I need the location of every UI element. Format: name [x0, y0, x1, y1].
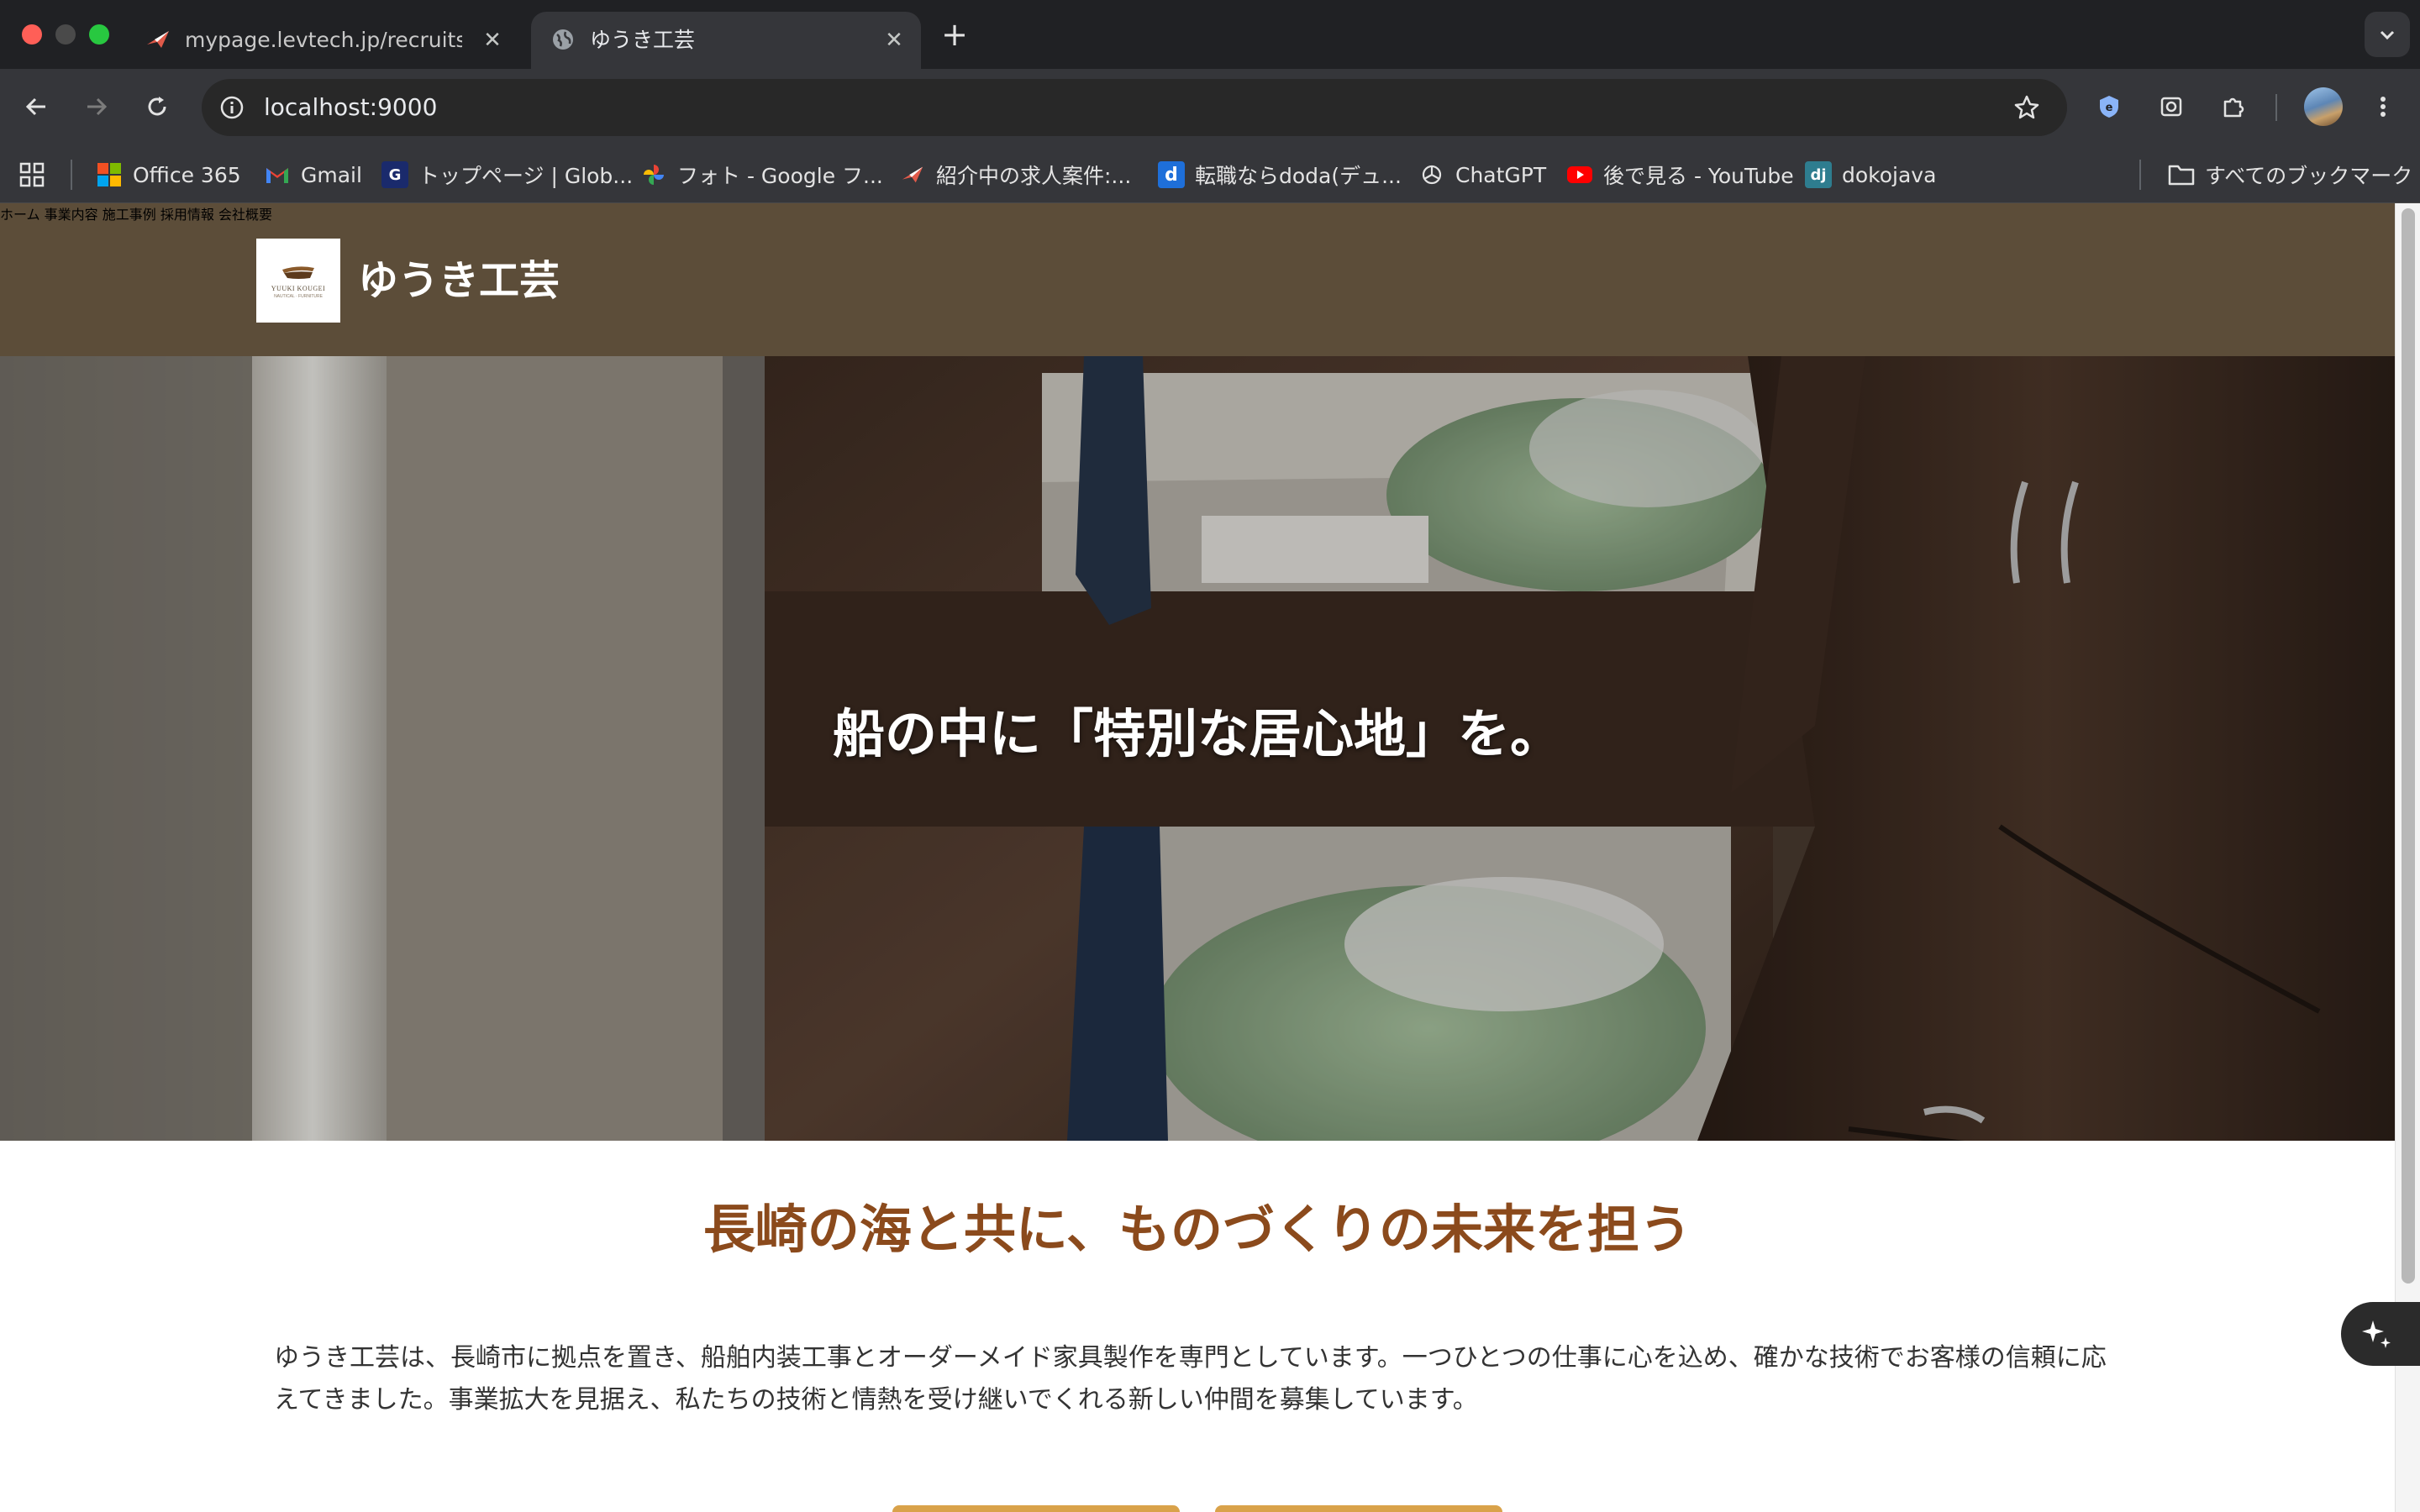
site-header: YUUKI KOUGEI NAUTICAL · FURNITURE ゆうき工芸 … — [0, 203, 2395, 356]
sparkle-icon — [2362, 1320, 2391, 1348]
tab-title: ゆうき工芸 — [590, 28, 696, 52]
bookmarks-bar: Office 365 Gmail G トップページ | Glob... フォト … — [0, 146, 2420, 203]
close-icon[interactable]: ✕ — [477, 25, 508, 55]
bookmark-gmail[interactable]: Gmail — [264, 158, 362, 192]
svg-text:e: e — [2106, 102, 2113, 114]
bookmark-label: Office 365 — [133, 162, 241, 187]
arrow-right-icon — [87, 97, 108, 116]
bookmarks-divider — [71, 160, 72, 190]
apps-grid-icon[interactable] — [18, 158, 45, 192]
tab-title: mypage.levtech.jp/recruits/sc — [185, 28, 462, 52]
bookmark-label: トップページ | Glob... — [418, 164, 634, 188]
section-title: 長崎の海と共に、ものづくりの未来を担う — [702, 1199, 1692, 1260]
tab-strip: mypage.levtech.jp/recruits/sc ✕ ゆうき工芸 ✕ … — [0, 0, 2420, 69]
forward-button[interactable] — [77, 87, 116, 126]
main-nav: ホーム 事業内容 施工事例 採用情報 会社概要 — [0, 203, 2395, 223]
bookmark-label: すべてのブックマーク — [2205, 164, 2413, 188]
bookmark-globis[interactable]: G トップページ | Glob... — [381, 158, 633, 192]
logo-tagline: NAUTICAL · FURNITURE — [274, 293, 323, 299]
more-menu-icon[interactable] — [2365, 88, 2402, 125]
address-bar[interactable]: localhost:9000 — [202, 79, 2067, 136]
site-title[interactable]: ゆうき工芸 — [358, 254, 560, 307]
extensions-puzzle-icon[interactable] — [2215, 88, 2252, 125]
levtech-icon — [899, 161, 926, 188]
chevron-down-icon — [2380, 30, 2395, 40]
folder-icon — [2168, 161, 2195, 188]
cta-button-1[interactable] — [892, 1505, 1180, 1512]
bookmark-label: フォト - Google フ... — [677, 164, 883, 188]
url-text[interactable]: localhost:9000 — [264, 91, 437, 124]
bookmark-levtech[interactable]: 紹介中の求人案件:... — [899, 158, 1131, 192]
levtech-icon — [143, 24, 173, 55]
close-window-button[interactable] — [22, 24, 42, 45]
close-icon[interactable]: ✕ — [879, 25, 909, 55]
arrow-left-icon — [25, 97, 45, 116]
microsoft-icon — [96, 161, 123, 188]
all-bookmarks-button[interactable]: すべてのブックマーク — [2168, 158, 2412, 192]
chatgpt-icon — [1418, 161, 1445, 188]
nav-company[interactable]: 会社概要 — [218, 207, 272, 223]
bookmark-doda[interactable]: d 転職ならdoda(デュ... — [1158, 158, 1402, 192]
tab-yuuki-kougei[interactable]: ゆうき工芸 ✕ — [531, 12, 921, 69]
bookmark-label: 転職ならdoda(デュ... — [1195, 164, 1402, 188]
doda-icon: d — [1158, 161, 1185, 188]
hero-section: 船の中に「特別な居心地」を。 — [0, 356, 2395, 1141]
intro-paragraph: ゆうき工芸は、長崎市に拠点を置き、船舶内装工事とオーダーメイド家具製作を専門とし… — [274, 1343, 2107, 1415]
dokojava-icon: dj — [1805, 161, 1832, 188]
tab-search-button[interactable] — [2365, 12, 2410, 57]
google-photos-icon — [640, 161, 667, 188]
bookmark-google-photos[interactable]: フォト - Google フ... — [640, 158, 883, 192]
tab-levtech[interactable]: mypage.levtech.jp/recruits/sc ✕ — [126, 12, 521, 69]
bookmark-label: 後で見る - YouTube — [1603, 164, 1794, 188]
boat-logo-icon — [282, 265, 314, 279]
bookmark-label: Gmail — [301, 162, 362, 187]
extension-capture-icon[interactable] — [2153, 88, 2190, 125]
nav-business[interactable]: 事業内容 — [45, 207, 98, 223]
new-tab-button[interactable]: + — [939, 15, 970, 54]
logo-wordmark: YUUKI KOUGEI — [271, 284, 326, 292]
profile-avatar[interactable] — [2304, 87, 2343, 126]
reload-icon — [148, 97, 166, 116]
bookmark-chatgpt[interactable]: ChatGPT — [1418, 158, 1546, 192]
bookmark-label: 紹介中の求人案件:... — [936, 164, 1132, 188]
globis-icon: G — [381, 161, 408, 188]
bookmark-dokojava[interactable]: dj dokojava — [1805, 158, 1936, 192]
globe-icon — [548, 24, 578, 55]
site-logo[interactable]: YUUKI KOUGEI NAUTICAL · FURNITURE — [256, 239, 340, 323]
gmail-icon — [264, 161, 291, 188]
bookmark-label: dokojava — [1842, 162, 1937, 187]
minimize-window-button[interactable] — [55, 24, 76, 45]
nav-works[interactable]: 施工事例 — [103, 207, 156, 223]
bookmark-youtube[interactable]: 後で見る - YouTube — [1566, 158, 1794, 192]
ai-assist-button[interactable] — [2341, 1302, 2420, 1366]
extension-shield-icon[interactable]: e — [2091, 88, 2128, 125]
reload-button[interactable] — [138, 87, 176, 126]
browser-toolbar: localhost:9000 e — [0, 69, 2420, 146]
web-page: YUUKI KOUGEI NAUTICAL · FURNITURE ゆうき工芸 … — [0, 203, 2395, 1512]
bookmarks-divider — [2139, 160, 2141, 190]
back-button[interactable] — [17, 87, 55, 126]
scrollbar-thumb[interactable] — [2402, 208, 2415, 1284]
nav-recruit[interactable]: 採用情報 — [160, 207, 214, 223]
maximize-window-button[interactable] — [89, 24, 109, 45]
youtube-icon — [1566, 161, 1593, 188]
bookmark-label: ChatGPT — [1455, 162, 1547, 187]
bookmark-star-icon[interactable] — [2008, 89, 2045, 126]
hero-headline: 船の中に「特別な居心地」を。 — [832, 703, 1562, 764]
bookmark-office365[interactable]: Office 365 — [96, 158, 241, 192]
nav-home[interactable]: ホーム — [0, 207, 40, 223]
cta-button-2[interactable] — [1215, 1505, 1502, 1512]
toolbar-divider — [2275, 94, 2277, 121]
site-info-icon[interactable] — [213, 89, 250, 126]
